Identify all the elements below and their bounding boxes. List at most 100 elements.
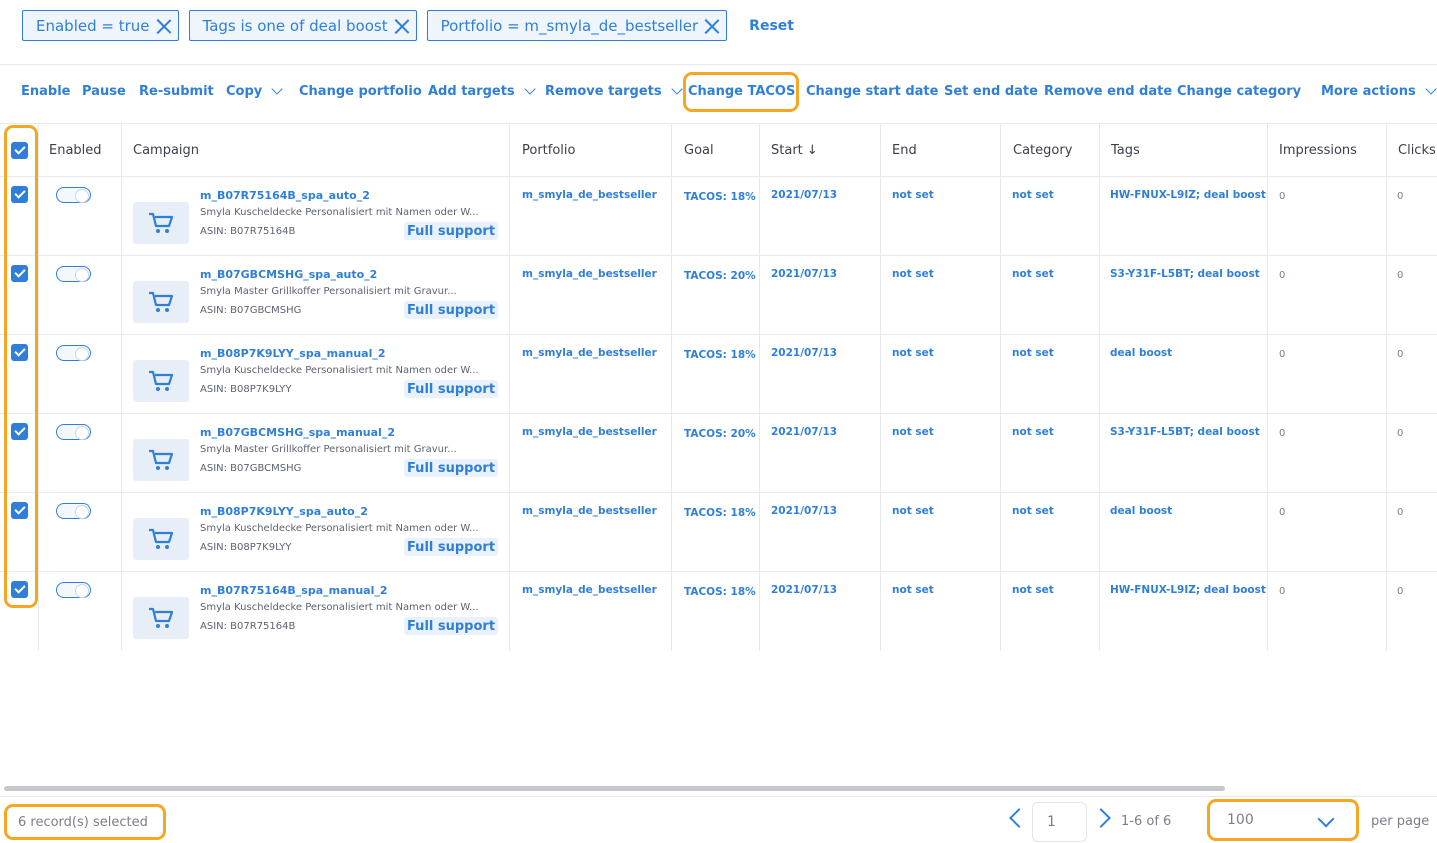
- start-date-link[interactable]: 2021/07/13: [771, 426, 837, 438]
- portfolio-link[interactable]: m_smyla_de_bestseller: [522, 347, 657, 359]
- close-icon[interactable]: [154, 16, 174, 36]
- more-actions-dropdown[interactable]: More actions: [1321, 83, 1437, 99]
- page-range: 1-6 of 6: [1121, 814, 1172, 829]
- start-date-link[interactable]: 2021/07/13: [771, 505, 837, 517]
- table-header: Enabled Campaign Portfolio Goal Start ↓ …: [0, 123, 1437, 177]
- portfolio-link[interactable]: m_smyla_de_bestseller: [522, 584, 657, 596]
- start-date-link[interactable]: 2021/07/13: [771, 189, 837, 201]
- remove-end-date-button[interactable]: Remove end date: [1044, 84, 1172, 99]
- pause-button[interactable]: Pause: [82, 84, 126, 99]
- tags-link[interactable]: S3-Y31F-L5BT; deal boost: [1110, 426, 1260, 438]
- goal-link[interactable]: TACOS: 20%: [684, 270, 756, 282]
- column-header-category[interactable]: Category: [1002, 124, 1072, 177]
- enable-button[interactable]: Enable: [21, 84, 71, 99]
- horizontal-scrollbar[interactable]: [4, 786, 1225, 791]
- campaign-name-link[interactable]: m_B07GBCMSHG_spa_manual_2: [200, 426, 395, 439]
- category-link[interactable]: not set: [1012, 505, 1054, 517]
- column-header-goal[interactable]: Goal: [673, 124, 714, 177]
- enabled-toggle[interactable]: [56, 266, 91, 282]
- end-date-link[interactable]: not set: [892, 347, 934, 359]
- chevron-down-icon: [1425, 83, 1437, 95]
- column-header-end[interactable]: End: [881, 124, 917, 177]
- change-category-button[interactable]: Change category: [1177, 84, 1301, 99]
- portfolio-link[interactable]: m_smyla_de_bestseller: [522, 189, 657, 201]
- chevron-left-icon[interactable]: [1009, 808, 1029, 828]
- change-start-date-button[interactable]: Change start date: [806, 84, 938, 99]
- start-date-link[interactable]: 2021/07/13: [771, 268, 837, 280]
- start-date-link[interactable]: 2021/07/13: [771, 347, 837, 359]
- campaign-name-link[interactable]: m_B08P7K9LYY_spa_auto_2: [200, 505, 368, 518]
- tags-link[interactable]: deal boost: [1110, 347, 1172, 359]
- campaign-name-link[interactable]: m_B07R75164B_spa_auto_2: [200, 189, 370, 202]
- column-header-clicks[interactable]: Clicks: [1387, 124, 1436, 177]
- tags-link[interactable]: deal boost: [1110, 505, 1172, 517]
- per-page-select[interactable]: 100: [1207, 799, 1359, 841]
- campaign-name-link[interactable]: m_B08P7K9LYY_spa_manual_2: [200, 347, 386, 360]
- copy-dropdown[interactable]: Copy: [226, 83, 283, 99]
- clicks-value: 0: [1397, 586, 1404, 597]
- category-link[interactable]: not set: [1012, 347, 1054, 359]
- start-date-link[interactable]: 2021/07/13: [771, 584, 837, 596]
- page-number-input[interactable]: 1: [1032, 802, 1087, 842]
- table-row[interactable]: m_B08P7K9LYY_spa_auto_2 Smyla Kuscheldec…: [0, 493, 1437, 572]
- table-row[interactable]: m_B07R75164B_spa_auto_2 Smyla Kuscheldec…: [0, 177, 1437, 256]
- portfolio-link[interactable]: m_smyla_de_bestseller: [522, 505, 657, 517]
- remove-targets-dropdown[interactable]: Remove targets: [545, 83, 683, 99]
- end-date-link[interactable]: not set: [892, 189, 934, 201]
- set-end-date-button[interactable]: Set end date: [944, 84, 1038, 99]
- campaign-name-link[interactable]: m_B07GBCMSHG_spa_auto_2: [200, 268, 377, 281]
- table-row[interactable]: m_B07GBCMSHG_spa_manual_2 Smyla Master G…: [0, 414, 1437, 493]
- goal-link[interactable]: TACOS: 18%: [684, 507, 756, 519]
- table-row[interactable]: m_B07GBCMSHG_spa_auto_2 Smyla Master Gri…: [0, 256, 1437, 335]
- goal-link[interactable]: TACOS: 18%: [684, 349, 756, 361]
- close-icon[interactable]: [392, 16, 412, 36]
- end-date-link[interactable]: not set: [892, 268, 934, 280]
- tags-link[interactable]: S3-Y31F-L5BT; deal boost: [1110, 268, 1260, 280]
- filter-chip-label: Enabled = true: [36, 16, 150, 35]
- column-header-start[interactable]: Start ↓: [760, 124, 818, 177]
- impressions-value: 0: [1279, 586, 1286, 597]
- filter-chip-enabled[interactable]: Enabled = true: [22, 10, 179, 41]
- campaign-description: Smyla Kuscheldecke Personalisiert mit Na…: [200, 207, 479, 218]
- filter-chip-label: Portfolio = m_smyla_de_bestseller: [440, 16, 699, 35]
- change-portfolio-button[interactable]: Change portfolio: [299, 84, 422, 99]
- goal-link[interactable]: TACOS: 18%: [684, 586, 756, 598]
- enabled-toggle[interactable]: [56, 345, 91, 361]
- column-header-campaign[interactable]: Campaign: [122, 124, 199, 177]
- close-icon[interactable]: [702, 16, 722, 36]
- enabled-toggle[interactable]: [56, 503, 91, 519]
- end-date-link[interactable]: not set: [892, 505, 934, 517]
- category-link[interactable]: not set: [1012, 189, 1054, 201]
- goal-link[interactable]: TACOS: 18%: [684, 191, 756, 203]
- column-header-portfolio[interactable]: Portfolio: [511, 124, 575, 177]
- impressions-value: 0: [1279, 191, 1286, 202]
- column-header-tags[interactable]: Tags: [1100, 124, 1140, 177]
- end-date-link[interactable]: not set: [892, 584, 934, 596]
- column-header-enabled[interactable]: Enabled: [38, 124, 102, 177]
- filter-chip-portfolio[interactable]: Portfolio = m_smyla_de_bestseller: [426, 10, 728, 41]
- category-link[interactable]: not set: [1012, 426, 1054, 438]
- resubmit-button[interactable]: Re-submit: [139, 84, 214, 99]
- end-date-link[interactable]: not set: [892, 426, 934, 438]
- chevron-right-icon[interactable]: [1091, 808, 1111, 828]
- enabled-toggle[interactable]: [56, 582, 91, 598]
- support-badge: Full support: [404, 459, 498, 477]
- table-row[interactable]: m_B07R75164B_spa_manual_2 Smyla Kuscheld…: [0, 572, 1437, 651]
- column-header-impressions[interactable]: Impressions: [1268, 124, 1357, 177]
- add-targets-dropdown[interactable]: Add targets: [428, 83, 536, 99]
- table-row[interactable]: m_B08P7K9LYY_spa_manual_2 Smyla Kuscheld…: [0, 335, 1437, 414]
- filter-chip-tags[interactable]: Tags is one of deal boost: [188, 10, 417, 41]
- enabled-toggle[interactable]: [56, 424, 91, 440]
- portfolio-link[interactable]: m_smyla_de_bestseller: [522, 268, 657, 280]
- tags-link[interactable]: HW-FNUX-L9IZ; deal boost: [1110, 584, 1266, 596]
- goal-link[interactable]: TACOS: 20%: [684, 428, 756, 440]
- clicks-value: 0: [1397, 507, 1404, 518]
- enabled-toggle[interactable]: [56, 187, 91, 203]
- category-link[interactable]: not set: [1012, 584, 1054, 596]
- campaign-name-link[interactable]: m_B07R75164B_spa_manual_2: [200, 584, 388, 597]
- product-thumbnail: [133, 360, 189, 402]
- portfolio-link[interactable]: m_smyla_de_bestseller: [522, 426, 657, 438]
- reset-button[interactable]: Reset: [749, 18, 794, 34]
- category-link[interactable]: not set: [1012, 268, 1054, 280]
- tags-link[interactable]: HW-FNUX-L9IZ; deal boost: [1110, 189, 1266, 201]
